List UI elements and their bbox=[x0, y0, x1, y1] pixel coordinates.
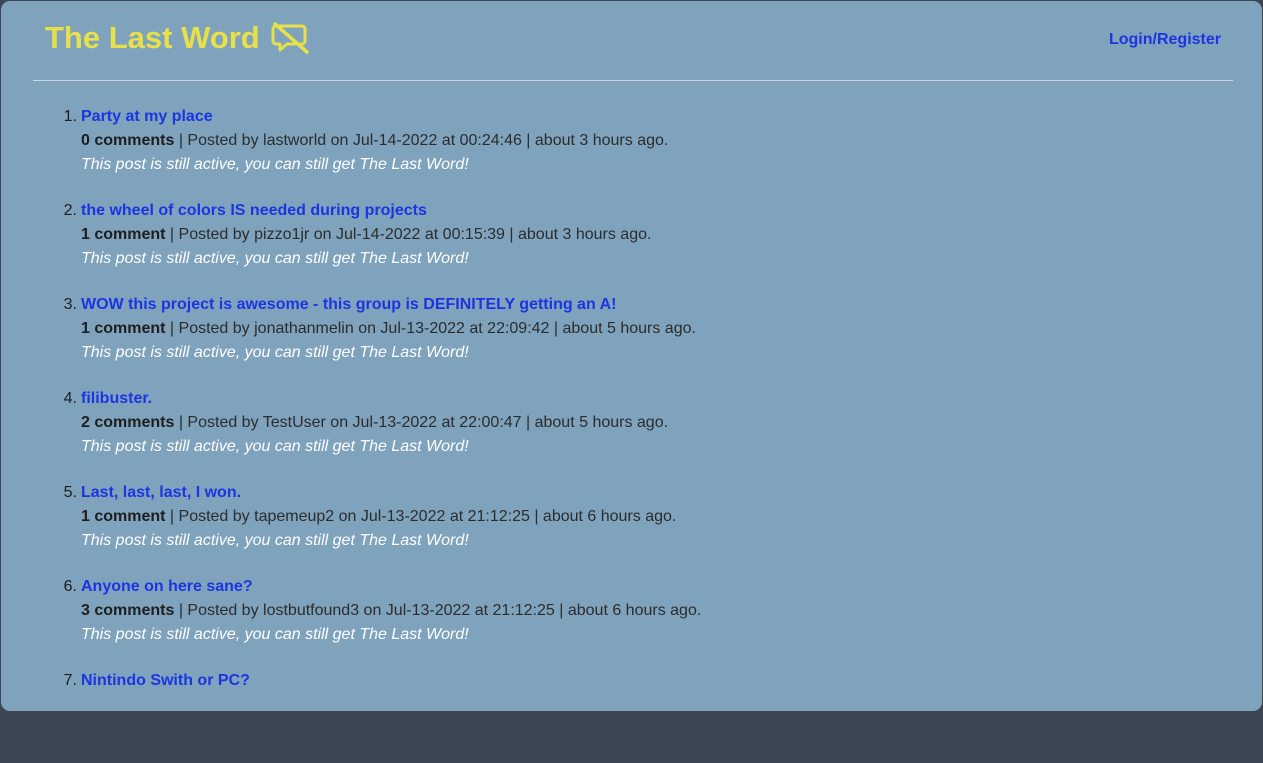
post-number: 6. bbox=[63, 578, 77, 595]
post-meta: 3 comments | Posted by lostbutfound3 on … bbox=[81, 599, 1181, 623]
post-meta: 0 comments | Posted by lastworld on Jul-… bbox=[81, 129, 1181, 153]
post-number: 7. bbox=[63, 672, 77, 689]
post-number: 1. bbox=[63, 108, 77, 125]
post-item: 6. Anyone on here sane? 3 comments | Pos… bbox=[64, 575, 1181, 669]
post-title-link[interactable]: the wheel of colors IS needed during pro… bbox=[81, 199, 1181, 223]
post-item: 1. Party at my place 0 comments | Posted… bbox=[64, 105, 1181, 199]
comment-count: 1 comment bbox=[81, 226, 166, 243]
post-title-link[interactable]: Nintindo Swith or PC? bbox=[81, 669, 1181, 693]
post-meta-details: | Posted by TestUser on Jul-13-2022 at 2… bbox=[174, 414, 669, 431]
post-meta-details: | Posted by lastworld on Jul-14-2022 at … bbox=[174, 132, 669, 149]
post-meta: 1 comment | Posted by tapemeup2 on Jul-1… bbox=[81, 505, 1181, 529]
speech-bubble-off-icon bbox=[270, 21, 310, 55]
post-number: 3. bbox=[63, 296, 77, 313]
post-status: This post is still active, you can still… bbox=[81, 626, 469, 643]
post-number: 4. bbox=[63, 390, 77, 407]
post-item: 7. Nintindo Swith or PC? bbox=[64, 669, 1181, 763]
post-meta-details: | Posted by lostbutfound3 on Jul-13-2022… bbox=[174, 602, 702, 619]
post-title-link[interactable]: Last, last, last, I won. bbox=[81, 481, 1181, 505]
post-meta-details: | Posted by tapemeup2 on Jul-13-2022 at … bbox=[165, 508, 677, 525]
comment-count: 2 comments bbox=[81, 414, 175, 431]
post-meta-details: | Posted by jonathanmelin on Jul-13-2022… bbox=[165, 320, 696, 337]
post-title-link[interactable]: Anyone on here sane? bbox=[81, 575, 1181, 599]
login-register-link[interactable]: Login/Register bbox=[1109, 31, 1221, 49]
post-number: 2. bbox=[63, 202, 77, 219]
post-item: 3. WOW this project is awesome - this gr… bbox=[64, 293, 1181, 387]
post-status: This post is still active, you can still… bbox=[81, 156, 469, 173]
post-item: 4. filibuster. 2 comments | Posted by Te… bbox=[64, 387, 1181, 481]
post-status: This post is still active, you can still… bbox=[81, 532, 469, 549]
post-title-link[interactable]: Party at my place bbox=[81, 105, 1181, 129]
comment-count: 3 comments bbox=[81, 602, 175, 619]
post-status: This post is still active, you can still… bbox=[81, 344, 469, 361]
post-title-link[interactable]: filibuster. bbox=[81, 387, 1181, 411]
browser-page: The Last Word Login/Register 1. Party at… bbox=[1, 1, 1262, 711]
comment-count: 1 comment bbox=[81, 508, 166, 525]
post-meta: 1 comment | Posted by pizzo1jr on Jul-14… bbox=[81, 223, 1181, 247]
comment-count: 1 comment bbox=[81, 320, 166, 337]
post-status: This post is still active, you can still… bbox=[81, 250, 469, 267]
post-number: 5. bbox=[63, 484, 77, 501]
post-list: 1. Party at my place 0 comments | Posted… bbox=[64, 105, 1181, 763]
post-meta-details: | Posted by pizzo1jr on Jul-14-2022 at 0… bbox=[165, 226, 652, 243]
post-meta: 2 comments | Posted by TestUser on Jul-1… bbox=[81, 411, 1181, 435]
site-header: The Last Word Login/Register bbox=[33, 1, 1233, 81]
home-link[interactable]: The Last Word bbox=[45, 20, 260, 56]
post-status: This post is still active, you can still… bbox=[81, 438, 469, 455]
post-item: 2. the wheel of colors IS needed during … bbox=[64, 199, 1181, 293]
post-meta: 1 comment | Posted by jonathanmelin on J… bbox=[81, 317, 1181, 341]
site-title: The Last Word bbox=[45, 20, 310, 56]
post-title-link[interactable]: WOW this project is awesome - this group… bbox=[81, 293, 1181, 317]
post-item: 5. Last, last, last, I won. 1 comment | … bbox=[64, 481, 1181, 575]
comment-count: 0 comments bbox=[81, 132, 175, 149]
